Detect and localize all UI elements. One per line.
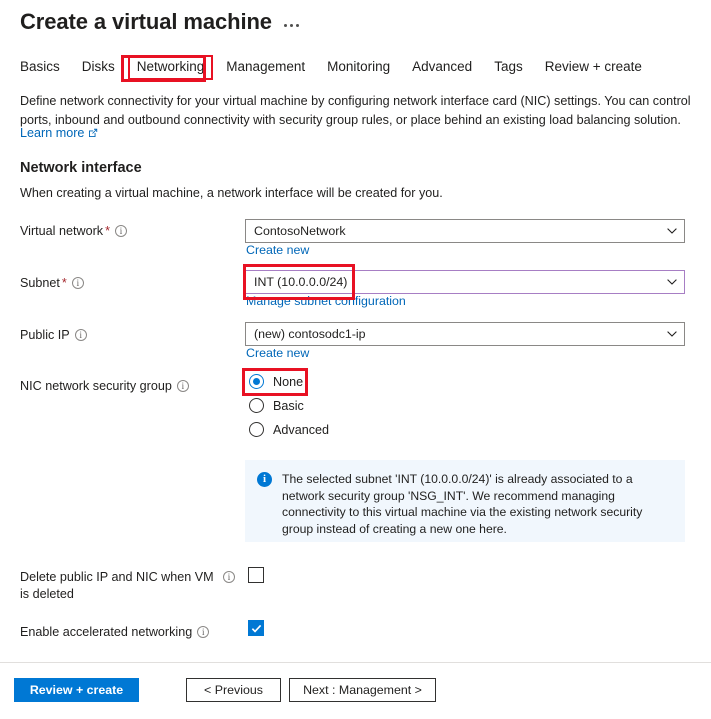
more-options-icon[interactable] <box>283 24 299 36</box>
subnet-dropdown[interactable]: INT (10.0.0.0/24) <box>245 270 685 294</box>
chevron-down-icon <box>667 228 677 234</box>
required-asterisk: * <box>61 276 67 290</box>
intro-paragraph: Define network connectivity for your vir… <box>20 94 691 127</box>
learn-more-label: Learn more <box>20 126 85 140</box>
page-header: Create a virtual machine <box>20 8 299 36</box>
info-icon[interactable]: i <box>114 225 127 237</box>
radio-none-label: None <box>273 374 304 389</box>
info-icon: i <box>257 472 272 487</box>
label-delete-public-ip-and-nic: Delete public IP and NIC when VM is dele… <box>20 569 235 603</box>
info-icon[interactable]: i <box>71 277 84 289</box>
tab-management[interactable]: Management <box>215 56 316 79</box>
checkbox-enable-accelerated-networking[interactable] <box>248 620 264 636</box>
radio-advanced-label: Advanced <box>273 422 330 437</box>
radio-none[interactable] <box>249 374 264 389</box>
virtual-network-value: ContosoNetwork <box>254 224 346 238</box>
label-nic-network-security-group: NIC network security group i <box>20 378 235 395</box>
info-icon[interactable]: i <box>176 380 189 392</box>
chevron-down-icon <box>667 331 677 337</box>
label-public-ip: Public IP i <box>20 327 235 344</box>
public-ip-value: (new) contosodc1-ip <box>254 327 366 341</box>
wizard-tabs: Basics Disks Networking Management Monit… <box>20 55 653 80</box>
subnet-value: INT (10.0.0.0/24) <box>254 275 348 289</box>
section-subtitle: When creating a virtual machine, a netwo… <box>20 186 443 200</box>
page-title: Create a virtual machine <box>20 9 272 34</box>
checkbox-delete-public-ip-and-nic[interactable] <box>248 567 264 583</box>
info-banner-text: The selected subnet 'INT (10.0.0.0/24)' … <box>282 472 643 536</box>
radio-basic-label: Basic <box>273 398 304 413</box>
tab-review-create[interactable]: Review + create <box>534 56 653 79</box>
virtual-network-create-new-link[interactable]: Create new <box>246 243 309 257</box>
virtual-network-dropdown[interactable]: ContosoNetwork <box>245 219 685 243</box>
info-icon[interactable]: i <box>223 571 235 583</box>
create-vm-page: Create a virtual machine Basics Disks Ne… <box>0 0 711 719</box>
checkmark-icon <box>251 624 261 633</box>
radio-basic[interactable] <box>249 398 264 413</box>
required-asterisk: * <box>105 224 110 238</box>
manage-subnet-configuration-link[interactable]: Manage subnet configuration <box>246 294 406 308</box>
tab-basics[interactable]: Basics <box>20 56 71 79</box>
public-ip-dropdown[interactable]: (new) contosodc1-ip <box>245 322 685 346</box>
tab-tags[interactable]: Tags <box>483 56 534 79</box>
label-enable-accelerated-networking: Enable accelerated networking i <box>20 624 235 641</box>
radio-advanced[interactable] <box>249 422 264 437</box>
public-ip-create-new-link[interactable]: Create new <box>246 346 309 360</box>
previous-button[interactable]: < Previous <box>186 678 281 702</box>
review-create-button[interactable]: Review + create <box>14 678 139 702</box>
nsg-option-none[interactable]: None <box>249 374 303 389</box>
next-management-button[interactable]: Next : Management > <box>289 678 436 702</box>
external-link-icon <box>89 128 98 137</box>
chevron-down-icon <box>667 279 677 285</box>
info-icon[interactable]: i <box>74 329 87 341</box>
tab-monitoring[interactable]: Monitoring <box>316 56 401 79</box>
tab-advanced[interactable]: Advanced <box>401 56 483 79</box>
nsg-option-basic[interactable]: Basic <box>249 398 304 413</box>
tab-disks[interactable]: Disks <box>71 56 126 79</box>
section-title-network-interface: Network interface <box>20 160 142 176</box>
label-virtual-network: Virtual network * i <box>20 223 235 240</box>
nsg-option-advanced[interactable]: Advanced <box>249 422 329 437</box>
subnet-nsg-info-banner: i The selected subnet 'INT (10.0.0.0/24)… <box>245 460 685 542</box>
label-subnet: Subnet * i <box>20 275 235 292</box>
tab-networking[interactable]: Networking <box>127 55 214 80</box>
learn-more-link[interactable]: Learn more <box>20 126 98 140</box>
info-icon[interactable]: i <box>197 626 210 638</box>
footer-divider <box>0 662 711 663</box>
